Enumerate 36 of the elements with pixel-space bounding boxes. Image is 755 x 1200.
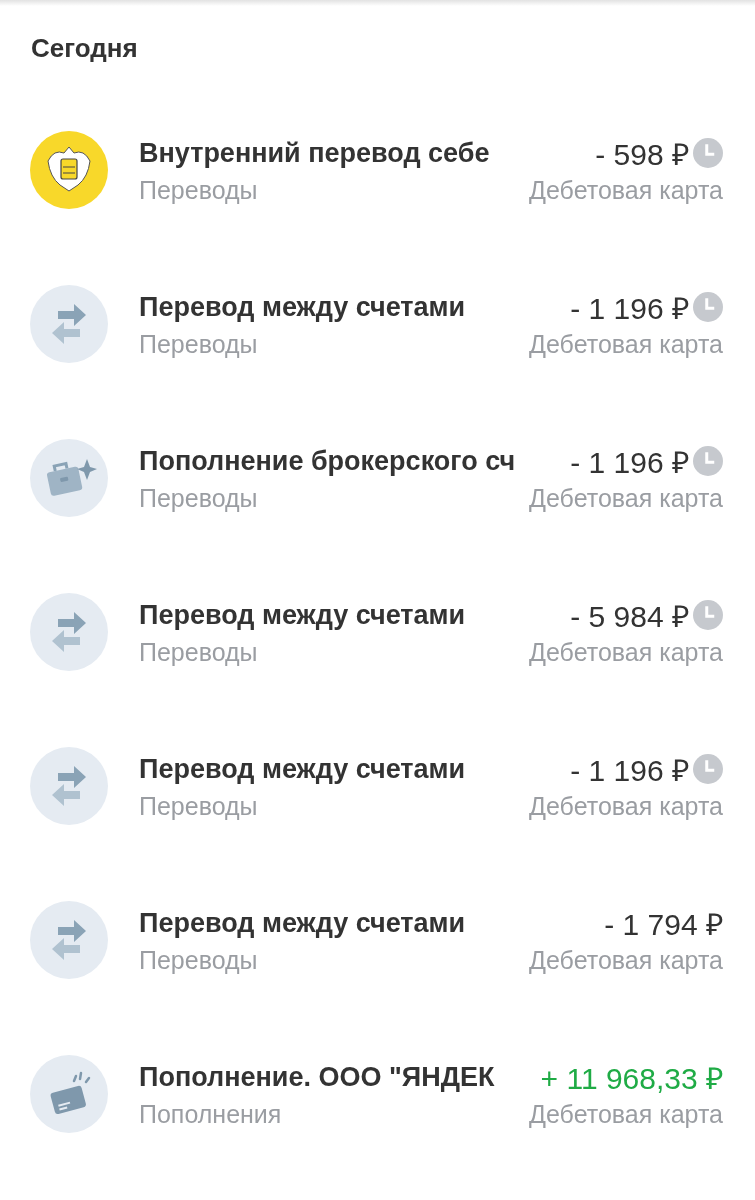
account-name: Дебетовая карта bbox=[529, 330, 723, 358]
operation-amount: - 1 196 ₽ bbox=[570, 444, 689, 481]
operation-category: Пополнения bbox=[139, 1100, 283, 1128]
operation-amount: + 11 968,33 ₽ bbox=[540, 1060, 723, 1097]
operation-category: Переводы bbox=[139, 946, 259, 974]
bank-logo-icon bbox=[30, 131, 108, 209]
card-icon bbox=[30, 1055, 108, 1133]
briefcase-icon bbox=[30, 439, 108, 517]
operation-amount: - 1 794 ₽ bbox=[604, 906, 723, 943]
account-name: Дебетовая карта bbox=[529, 792, 723, 820]
operation-title: Перевод между счетами bbox=[139, 291, 467, 324]
operation-amount: - 598 ₽ bbox=[595, 136, 689, 173]
account-name: Дебетовая карта bbox=[529, 484, 723, 512]
operation-title: Перевод между счетами bbox=[139, 599, 467, 632]
operation-category: Переводы bbox=[139, 638, 259, 666]
operation-category: Переводы bbox=[139, 484, 259, 512]
section-title: Сегодня bbox=[31, 32, 139, 65]
arrows-icon bbox=[30, 747, 108, 825]
account-name: Дебетовая карта bbox=[529, 946, 723, 974]
operation-amount: - 5 984 ₽ bbox=[570, 598, 689, 635]
arrows-icon bbox=[30, 285, 108, 363]
account-name: Дебетовая карта bbox=[529, 176, 723, 204]
operation-amount: - 1 196 ₽ bbox=[570, 290, 689, 327]
operation-title: Внутренний перевод себе bbox=[139, 137, 491, 170]
account-name: Дебетовая карта bbox=[529, 1100, 723, 1128]
operation-category: Переводы bbox=[139, 330, 259, 358]
operation-title: Пополнение брокерского сч bbox=[139, 445, 517, 478]
operation-title: Перевод между счетами bbox=[139, 753, 467, 786]
arrows-icon bbox=[30, 901, 108, 979]
account-name: Дебетовая карта bbox=[529, 638, 723, 666]
arrows-icon bbox=[30, 593, 108, 671]
operation-title: Пополнение. ООО "ЯНДЕК bbox=[139, 1061, 496, 1094]
operation-category: Переводы bbox=[139, 792, 259, 820]
operation-title: Перевод между счетами bbox=[139, 907, 467, 940]
operation-category: Переводы bbox=[139, 176, 259, 204]
operation-amount: - 1 196 ₽ bbox=[570, 752, 689, 789]
